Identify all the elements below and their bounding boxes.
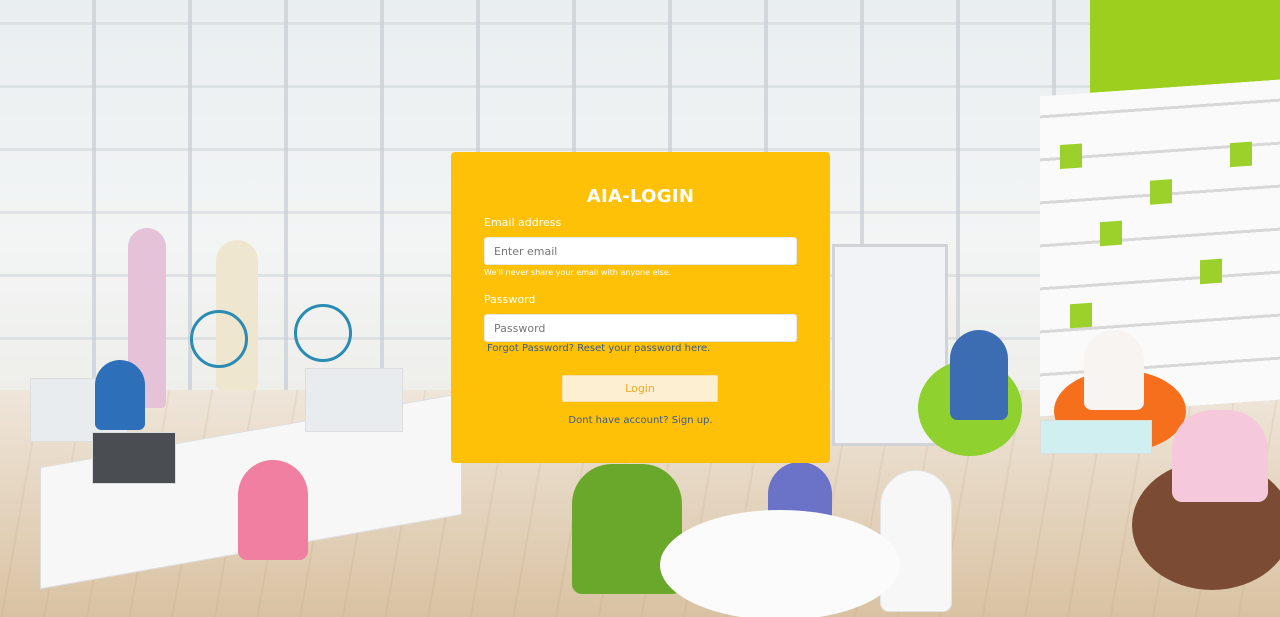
background-table xyxy=(660,510,900,617)
email-input[interactable] xyxy=(484,237,797,265)
email-help-text: We'll never share your email with anyone… xyxy=(484,268,672,277)
background-person xyxy=(880,470,952,612)
login-page: AIA-LOGIN Email address We'll never shar… xyxy=(0,0,1280,617)
password-input[interactable] xyxy=(484,314,797,342)
background-coffee-table xyxy=(1040,420,1152,454)
login-card: AIA-LOGIN Email address We'll never shar… xyxy=(451,152,830,463)
background-person xyxy=(950,330,1008,420)
background-person xyxy=(1084,330,1144,410)
background-bicycle xyxy=(190,310,248,368)
signup-link[interactable]: Dont have account? Sign up. xyxy=(451,415,830,426)
background-bicycle xyxy=(294,304,352,362)
login-button[interactable]: Login xyxy=(562,375,718,402)
background-person xyxy=(95,360,145,430)
background-person xyxy=(238,460,308,560)
background-monitor xyxy=(305,368,403,432)
background-laptop xyxy=(92,432,176,484)
background-person xyxy=(1172,410,1268,502)
background-shelf xyxy=(1040,79,1280,417)
password-label: Password xyxy=(484,293,536,306)
forgot-password-link[interactable]: Forgot Password? Reset your password her… xyxy=(487,343,710,354)
login-title: AIA-LOGIN xyxy=(586,186,695,207)
email-label: Email address xyxy=(484,216,562,229)
